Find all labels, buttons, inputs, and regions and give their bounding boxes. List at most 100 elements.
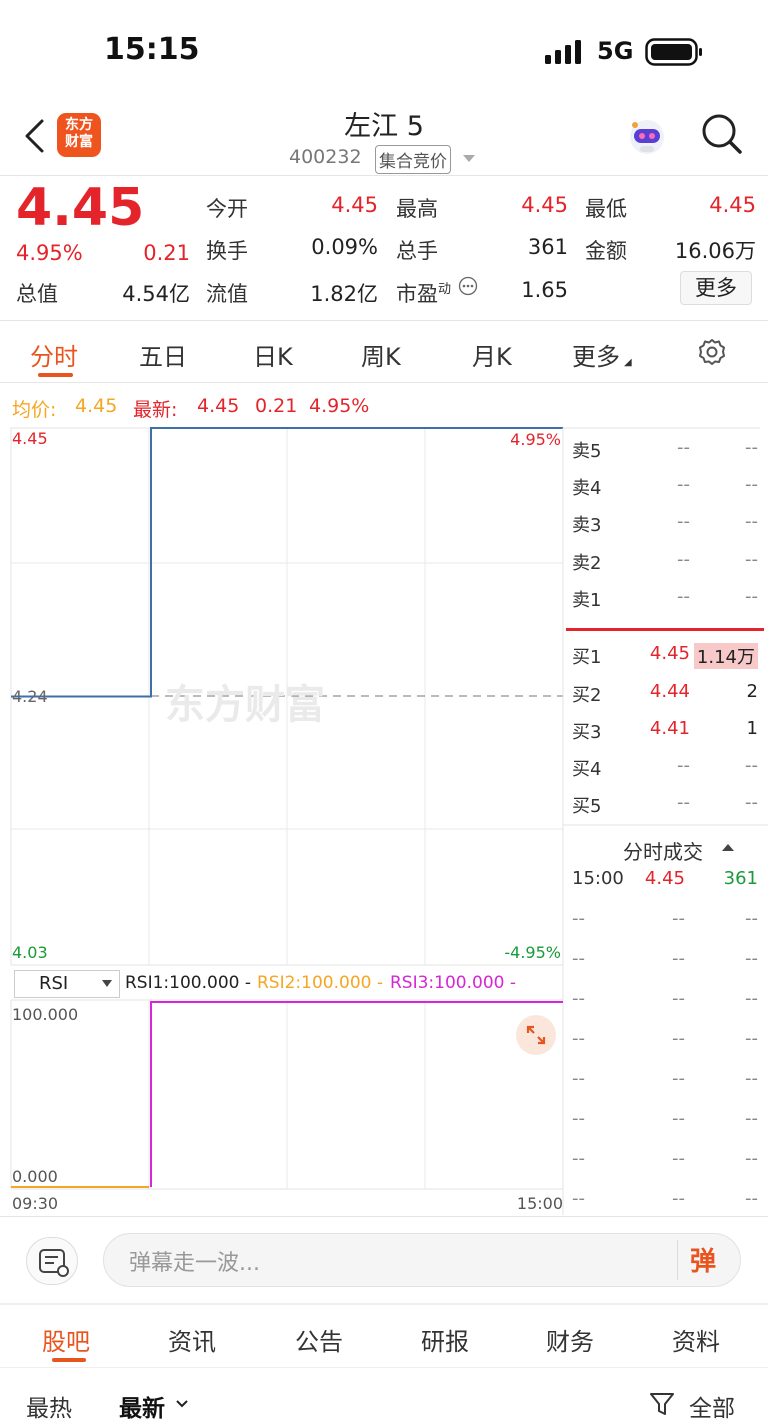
chart-area[interactable]: 东方财富 4.45 4.24 4.03 4.95% -4.95% 100.000… bbox=[0, 420, 768, 1220]
volume-label: 总手 bbox=[396, 239, 438, 263]
float-label: 流值 bbox=[206, 282, 248, 306]
volume-value: 361 bbox=[527, 235, 568, 259]
tab-news[interactable]: 资讯 bbox=[168, 1322, 216, 1357]
latest-price: 4.45 bbox=[197, 395, 240, 417]
signal-icon bbox=[545, 40, 581, 64]
ask-volume: -- bbox=[745, 437, 758, 458]
bid-price: 4.45 bbox=[649, 643, 690, 664]
divider bbox=[677, 1240, 678, 1280]
tick-volume: -- bbox=[745, 908, 758, 929]
open-value: 4.45 bbox=[331, 193, 378, 217]
latest-change: 0.21 bbox=[255, 395, 298, 417]
tick-time: -- bbox=[572, 1068, 585, 1089]
tab-underline bbox=[38, 373, 73, 377]
divider bbox=[0, 1303, 768, 1305]
info-dots-icon[interactable] bbox=[458, 276, 478, 296]
watermark: 东方财富 bbox=[165, 682, 325, 728]
network-label: 5G bbox=[597, 37, 634, 65]
low-label: 最低 bbox=[585, 197, 627, 221]
ask-label: 卖2 bbox=[572, 553, 602, 574]
float-value: 1.82亿 bbox=[310, 282, 378, 306]
tab-profile[interactable]: 资料 bbox=[672, 1322, 720, 1357]
battery-icon bbox=[645, 38, 702, 66]
rsi1-line bbox=[150, 1001, 563, 1187]
tick-volume: -- bbox=[745, 1068, 758, 1089]
expand-icon bbox=[526, 1025, 546, 1045]
rsi1-value: RSI1:100.000 - bbox=[125, 973, 251, 993]
mktcap-value: 4.54亿 bbox=[122, 282, 190, 306]
danmu-placeholder: 弹幕走一波... bbox=[129, 1251, 260, 1276]
expand-chart-button[interactable] bbox=[516, 1015, 556, 1055]
ask-volume: -- bbox=[745, 586, 758, 607]
ticks-title[interactable]: 分时成交 bbox=[623, 836, 703, 865]
tab-finance[interactable]: 财务 bbox=[546, 1322, 594, 1357]
tick-price: -- bbox=[672, 1068, 685, 1089]
bid-volume: 1 bbox=[746, 718, 758, 739]
ask-price: -- bbox=[677, 586, 690, 607]
tick-price: -- bbox=[672, 948, 685, 969]
sort-hot[interactable]: 最热 bbox=[26, 1389, 72, 1419]
chevron-down-icon[interactable] bbox=[174, 1397, 190, 1411]
tick-price: -- bbox=[672, 1028, 685, 1049]
bid-label: 买4 bbox=[572, 759, 602, 780]
caret-up-icon[interactable] bbox=[722, 844, 734, 851]
danmu-toggle-button[interactable]: 弹 bbox=[690, 1241, 716, 1278]
amount-value: 16.06万 bbox=[674, 239, 756, 263]
change-pct: 4.95% bbox=[16, 241, 83, 265]
tick-volume: -- bbox=[745, 1188, 758, 1209]
ask-price: -- bbox=[677, 474, 690, 495]
y-tick-label: 4.45 bbox=[12, 429, 48, 448]
right-tick-label: -4.95% bbox=[504, 943, 561, 962]
high-label: 最高 bbox=[396, 197, 438, 221]
comment-settings-icon bbox=[39, 1249, 69, 1277]
status-time: 15:15 bbox=[104, 32, 200, 67]
tick-price: -- bbox=[672, 908, 685, 929]
bid-price: -- bbox=[677, 792, 690, 813]
x-tick-label: 09:30 bbox=[12, 1194, 58, 1213]
tick-price: -- bbox=[672, 1108, 685, 1129]
tick-time: -- bbox=[572, 1188, 585, 1209]
search-icon[interactable] bbox=[700, 112, 744, 156]
tick-price: -- bbox=[672, 1148, 685, 1169]
gear-icon[interactable] bbox=[697, 337, 727, 367]
tab-daily-k[interactable]: 日K bbox=[253, 337, 293, 372]
ask-label: 卖4 bbox=[572, 478, 602, 499]
pe-value: 1.65 bbox=[521, 278, 568, 302]
latest-change-pct: 4.95% bbox=[309, 395, 370, 417]
right-tick-label: 4.95% bbox=[510, 430, 561, 449]
chevron-down-icon[interactable] bbox=[102, 980, 112, 987]
auction-tag: 集合竞价 bbox=[375, 145, 451, 174]
robot-assistant-icon[interactable] bbox=[625, 115, 669, 159]
filter-all[interactable]: 全部 bbox=[689, 1389, 735, 1419]
tick-volume: -- bbox=[745, 1108, 758, 1129]
filter-icon[interactable] bbox=[648, 1390, 676, 1418]
tab-intraday[interactable]: 分时 bbox=[30, 337, 78, 372]
tick-volume: -- bbox=[745, 1028, 758, 1049]
rsi-y-tick-label: 100.000 bbox=[12, 1005, 78, 1024]
tab-more[interactable]: 更多 ◢ bbox=[572, 337, 632, 372]
sort-latest[interactable]: 最新 bbox=[119, 1389, 165, 1419]
y-tick-label: 4.03 bbox=[12, 943, 48, 962]
tab-research[interactable]: 研报 bbox=[421, 1322, 469, 1357]
rsi-y-tick-label: 0.000 bbox=[12, 1167, 58, 1186]
avg-price-label: 均价: bbox=[12, 399, 57, 421]
tab-weekly-k[interactable]: 周K bbox=[361, 337, 401, 372]
tab-five-day[interactable]: 五日 bbox=[139, 337, 187, 372]
high-value: 4.45 bbox=[521, 193, 568, 217]
mktcap-label: 总值 bbox=[16, 282, 58, 306]
more-quote-button[interactable]: 更多 bbox=[680, 271, 752, 305]
bid-volume: -- bbox=[745, 755, 758, 776]
ask-price: -- bbox=[677, 511, 690, 532]
divider bbox=[0, 1216, 768, 1217]
tab-guba[interactable]: 股吧 bbox=[42, 1322, 90, 1357]
tick-volume: -- bbox=[745, 988, 758, 1009]
bid-volume: 1.14万 bbox=[693, 643, 758, 669]
comment-settings-button[interactable] bbox=[26, 1237, 78, 1285]
chevron-down-icon[interactable] bbox=[463, 155, 475, 162]
tick-price: -- bbox=[672, 1188, 685, 1209]
bid-ask-separator bbox=[566, 628, 764, 631]
tab-monthly-k[interactable]: 月K bbox=[472, 337, 512, 372]
ask-label: 卖1 bbox=[572, 590, 602, 611]
tab-announcements[interactable]: 公告 bbox=[295, 1322, 343, 1357]
x-tick-label: 15:00 bbox=[517, 1194, 563, 1213]
